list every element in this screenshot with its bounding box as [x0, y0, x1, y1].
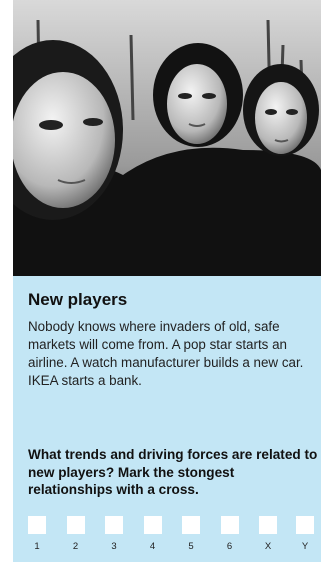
checkbox-4[interactable] [143, 516, 162, 534]
checkbox-6[interactable] [220, 516, 239, 534]
photo-illustration [13, 0, 321, 276]
checkbox-3[interactable] [105, 516, 123, 534]
checkbox-label: 1 [34, 541, 40, 552]
checkbox-label: 5 [188, 541, 194, 552]
checkbox-1[interactable] [28, 516, 46, 534]
checkbox-label: Y [301, 541, 309, 552]
checkbox-5[interactable] [182, 516, 200, 534]
checkbox-item-3: 3 [105, 516, 123, 552]
mask-right [255, 82, 307, 154]
checkbox-item-1: 1 [28, 516, 46, 552]
mask-left [13, 72, 115, 208]
card: New players Nobody knows where invaders … [13, 0, 321, 562]
checkbox-2[interactable] [66, 516, 85, 534]
checkbox-label: 6 [226, 541, 233, 552]
photo-masked-figures [13, 0, 321, 276]
checkbox-item-5: 5 [182, 516, 200, 552]
checkbox-label: X [264, 541, 272, 552]
checkbox-item-y: Y [296, 516, 314, 552]
mask-center [167, 64, 227, 144]
checkbox-label: 2 [72, 541, 79, 552]
checkbox-item-x: X [259, 516, 277, 552]
question-prompt: What trends and driving forces are relat… [28, 447, 318, 497]
checkbox-y[interactable] [296, 516, 314, 534]
checkbox-item-2: 2 [66, 516, 85, 552]
section-title: New players [28, 290, 128, 309]
checkbox-item-4: 4 [143, 516, 162, 552]
section-body: Nobody knows where invaders of old, safe… [28, 319, 304, 388]
checkbox-label: 3 [111, 541, 117, 552]
checkbox-row: 1 2 3 4 5 6 X Y [28, 516, 314, 556]
checkbox-label: 4 [149, 541, 156, 552]
checkbox-item-6: 6 [220, 516, 239, 552]
checkbox-x[interactable] [259, 516, 277, 534]
